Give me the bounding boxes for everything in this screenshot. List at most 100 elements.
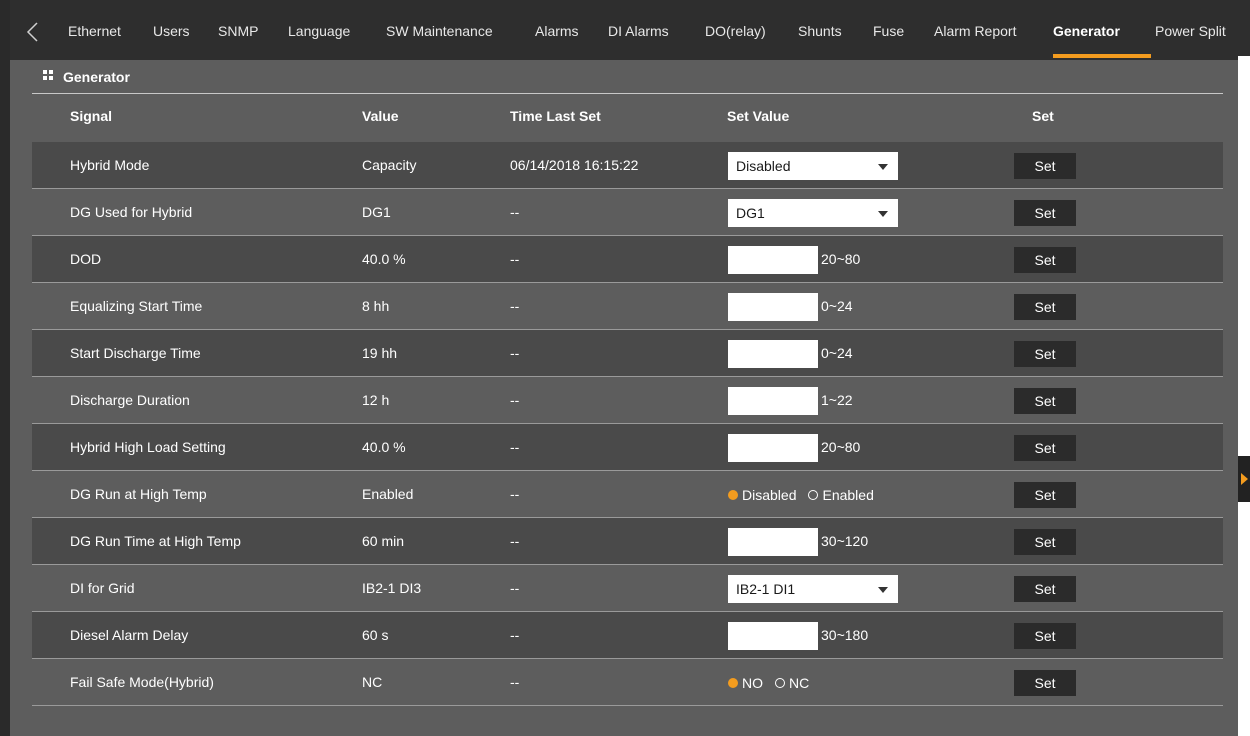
side-panel-toggle[interactable] — [1238, 456, 1250, 502]
table-row: Diesel Alarm Delay 60 s -- 30~180 Set — [32, 612, 1223, 659]
radio-label: NC — [789, 674, 810, 691]
tab-snmp[interactable]: SNMP — [218, 0, 258, 60]
radio-label: Enabled — [822, 486, 874, 503]
header-time-last-set: Time Last Set — [510, 108, 601, 124]
signal-name: DI for Grid — [70, 580, 135, 596]
tab-do-relay[interactable]: DO(relay) — [705, 0, 766, 60]
chevron-left-icon[interactable] — [26, 22, 40, 42]
table-row: Hybrid Mode Capacity 06/14/2018 16:15:22 Di… — [32, 142, 1223, 189]
tab-di-alarms[interactable]: DI Alarms — [608, 0, 669, 60]
tab-alarms[interactable]: Alarms — [535, 0, 579, 60]
dropdown-selected-value: DG1 — [736, 205, 765, 221]
set-button[interactable]: Set — [1014, 247, 1076, 273]
tab-sw-maintenance[interactable]: SW Maintenance — [386, 0, 493, 60]
tab-language[interactable]: Language — [288, 0, 350, 60]
signal-value: IB2-1 DI3 — [362, 580, 422, 596]
tab-generator[interactable]: Generator — [1053, 0, 1120, 60]
time-last-set: -- — [510, 251, 520, 267]
tab-alarm-report[interactable]: Alarm Report — [934, 0, 1016, 60]
set-button[interactable]: Set — [1014, 200, 1076, 226]
caret-right-icon — [1241, 473, 1248, 485]
signal-name: Hybrid High Load Setting — [70, 439, 226, 455]
set-value-input[interactable] — [728, 246, 818, 274]
time-last-set: -- — [510, 486, 520, 502]
set-value-input[interactable] — [728, 528, 818, 556]
signal-name: DG Run at High Temp — [70, 486, 207, 502]
tab-fuse[interactable]: Fuse — [873, 0, 904, 60]
set-value-input[interactable] — [728, 293, 818, 321]
time-last-set: -- — [510, 298, 520, 314]
set-button[interactable]: Set — [1014, 623, 1076, 649]
set-button[interactable]: Set — [1014, 482, 1076, 508]
time-last-set: -- — [510, 627, 520, 643]
time-last-set: -- — [510, 580, 520, 596]
top-navigation: Ethernet Users SNMP Language SW Maintena… — [10, 0, 1250, 60]
time-last-set: -- — [510, 674, 520, 690]
set-value-input[interactable] — [728, 622, 818, 650]
tab-shunts[interactable]: Shunts — [798, 0, 842, 60]
radio-button[interactable] — [728, 490, 738, 501]
signal-value: DG1 — [362, 204, 391, 220]
signal-name: Discharge Duration — [70, 392, 190, 408]
set-value-input[interactable] — [728, 340, 818, 368]
set-button[interactable]: Set — [1014, 670, 1076, 696]
table-row: DG Run Time at High Temp 60 min -- 30~120 Se… — [32, 518, 1223, 565]
signal-name: Start Discharge Time — [70, 345, 201, 361]
radio-button[interactable] — [808, 490, 819, 501]
signal-name: DG Used for Hybrid — [70, 204, 193, 220]
set-button[interactable]: Set — [1014, 294, 1076, 320]
table-row: DOD 40.0 % -- 20~80 Set — [32, 236, 1223, 283]
value-range-hint: 1~22 — [821, 392, 853, 408]
caret-down-icon — [878, 587, 888, 593]
title-divider — [32, 93, 1223, 94]
set-button[interactable]: Set — [1014, 435, 1076, 461]
table-row: DG Run at High Temp Enabled -- Disabled Enab… — [32, 471, 1223, 518]
value-range-hint: 0~24 — [821, 298, 853, 314]
time-last-set: -- — [510, 439, 520, 455]
header-value: Value — [362, 108, 399, 124]
set-button[interactable]: Set — [1014, 341, 1076, 367]
set-button[interactable]: Set — [1014, 529, 1076, 555]
table-row: Start Discharge Time 19 hh -- 0~24 Set — [32, 330, 1223, 377]
tab-users[interactable]: Users — [153, 0, 190, 60]
signal-value: 12 h — [362, 392, 390, 408]
value-range-hint: 20~80 — [821, 439, 861, 455]
table-row: Equalizing Start Time 8 hh -- 0~24 Set — [32, 283, 1223, 330]
set-value-dropdown[interactable]: Disabled — [728, 152, 898, 180]
table-row: Fail Safe Mode(Hybrid) NC -- NO NC Set — [32, 659, 1223, 706]
caret-down-icon — [878, 164, 888, 170]
set-value-dropdown[interactable]: IB2-1 DI1 — [728, 575, 898, 603]
dropdown-selected-value: IB2-1 DI1 — [736, 581, 796, 597]
value-range-hint: 30~180 — [821, 627, 869, 643]
signal-value: 40.0 % — [362, 251, 406, 267]
signal-value: 60 s — [362, 627, 389, 643]
table-row: Hybrid High Load Setting 40.0 % -- 20~80 Set — [32, 424, 1223, 471]
radio-button[interactable] — [728, 678, 738, 689]
tab-power-split[interactable]: Power Split — [1155, 0, 1226, 60]
tab-ethernet[interactable]: Ethernet — [68, 0, 121, 60]
set-button[interactable]: Set — [1014, 388, 1076, 414]
value-range-hint: 20~80 — [821, 251, 861, 267]
set-value-input[interactable] — [728, 387, 818, 415]
radio-label: NO — [742, 674, 763, 691]
time-last-set: -- — [510, 345, 520, 361]
set-value-radio-group: Disabled Enabled — [728, 471, 886, 518]
signal-value: 8 hh — [362, 298, 390, 314]
time-last-set: -- — [510, 204, 520, 220]
set-value-input[interactable] — [728, 434, 818, 462]
set-button[interactable]: Set — [1014, 576, 1076, 602]
left-rail — [0, 0, 10, 736]
signal-value: NC — [362, 674, 383, 690]
set-value-radio-group: NO NC — [728, 659, 821, 706]
panel-title: Generator — [63, 69, 130, 85]
set-button[interactable]: Set — [1014, 153, 1076, 179]
signal-value: Capacity — [362, 157, 417, 173]
caret-down-icon — [878, 211, 888, 217]
generator-panel: Generator Signal Value Time Last Set Set… — [29, 60, 1236, 736]
signal-name: Equalizing Start Time — [70, 298, 203, 314]
radio-button[interactable] — [775, 678, 785, 689]
dropdown-selected-value: Disabled — [736, 158, 791, 174]
header-signal: Signal — [70, 108, 113, 124]
set-value-dropdown[interactable]: DG1 — [728, 199, 898, 227]
header-set-value: Set Value — [727, 108, 790, 124]
